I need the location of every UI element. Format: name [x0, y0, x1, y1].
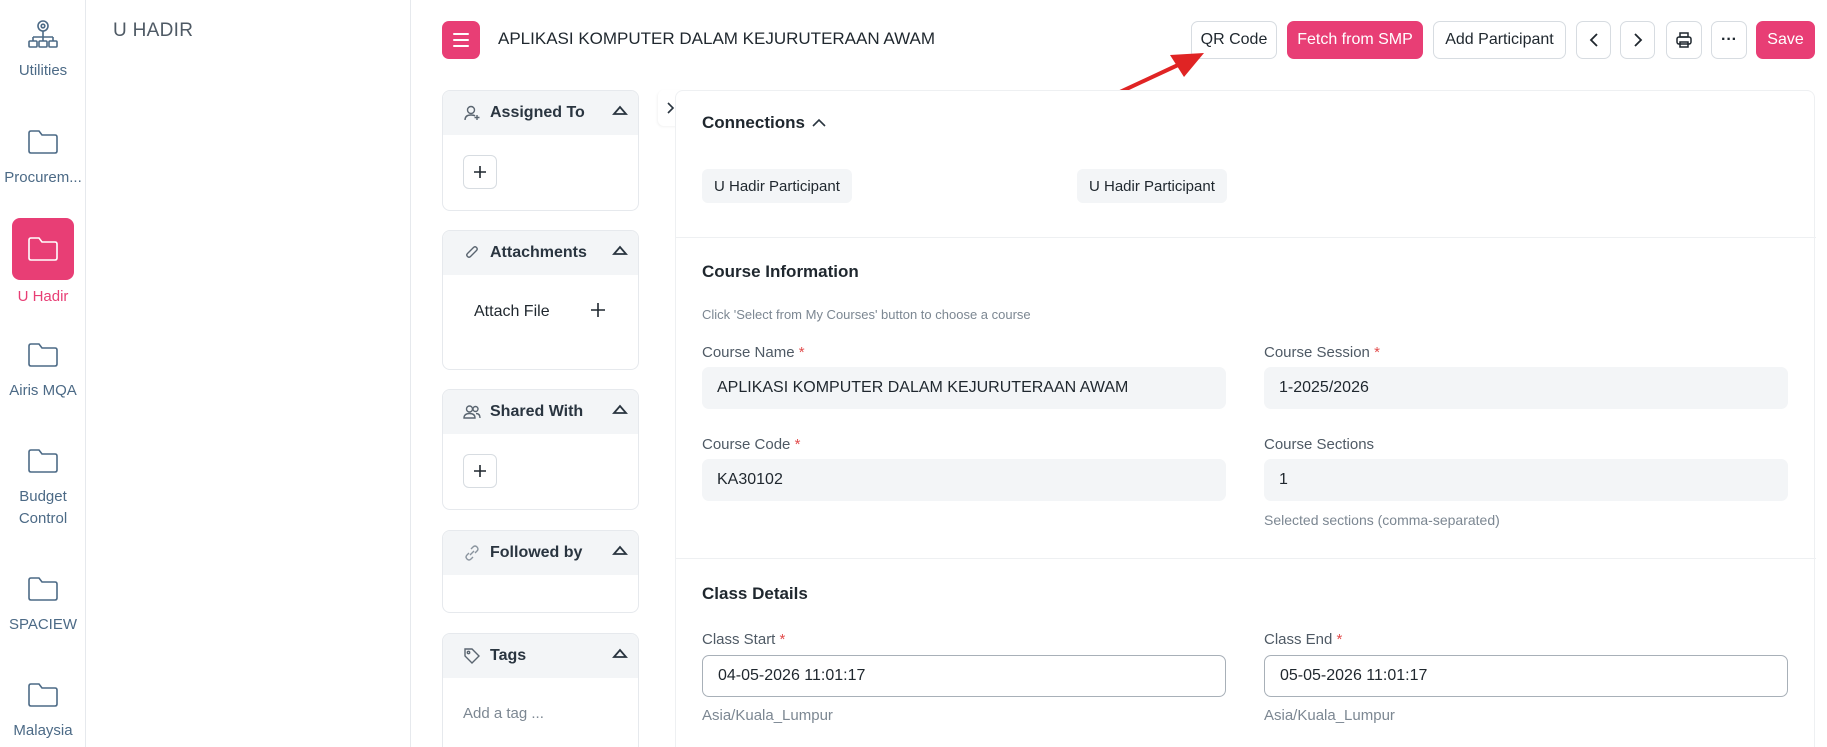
collapse-caret-icon[interactable] — [612, 104, 628, 118]
rail-item-spaciew[interactable]: SPACIEW — [0, 576, 85, 636]
printer-icon — [1676, 32, 1692, 48]
tag-icon — [463, 647, 481, 665]
assigned-to-header[interactable]: Assigned To — [443, 91, 638, 135]
course-sections-label: Course Sections — [1264, 436, 1375, 453]
fetch-from-smp-button[interactable]: Fetch from SMP — [1287, 21, 1423, 59]
rail-item-malaysia[interactable]: Malaysia — [0, 682, 85, 742]
users-icon — [463, 403, 481, 421]
course-sections-field[interactable]: 1 — [1264, 459, 1788, 501]
rail-item-u-hadir[interactable]: U Hadir — [0, 218, 85, 308]
folder-icon — [28, 237, 58, 261]
plus-icon — [474, 166, 486, 178]
add-participant-button[interactable]: Add Participant — [1433, 21, 1566, 59]
paperclip-icon — [463, 244, 481, 262]
assigned-to-label: Assigned To — [490, 104, 585, 121]
course-sections-hint: Selected sections (comma-separated) — [1264, 512, 1500, 528]
collapse-caret-icon[interactable] — [612, 244, 628, 258]
save-button[interactable]: Save — [1756, 21, 1815, 59]
class-end-input[interactable]: 05-05-2026 11:01:17 — [1264, 655, 1788, 697]
folder-icon — [28, 683, 58, 707]
class-end-label: Class End * — [1264, 631, 1343, 648]
class-end-timezone: Asia/Kuala_Lumpur — [1264, 707, 1395, 724]
link-icon — [463, 544, 481, 562]
folder-icon — [28, 130, 58, 154]
followed-by-header[interactable]: Followed by — [443, 531, 638, 575]
tags-card: Tags Add a tag ... — [442, 633, 639, 747]
folder-icon — [28, 577, 58, 601]
attachments-label: Attachments — [490, 244, 587, 261]
section-title: U HADIR — [113, 20, 194, 41]
print-button[interactable] — [1666, 21, 1702, 59]
attachments-header[interactable]: Attachments — [443, 231, 638, 275]
shared-with-label: Shared With — [490, 403, 584, 420]
chevron-right-icon — [1633, 33, 1642, 47]
shared-with-header[interactable]: Shared With — [443, 390, 638, 434]
class-details-title: Class Details — [702, 584, 808, 603]
connections-title[interactable]: Connections — [702, 113, 805, 133]
rail-label: Utilities — [18, 62, 68, 79]
workspace-rail: Utilities Procurem... U Hadir Airis MQA … — [0, 0, 86, 747]
course-name-label: Course Name * — [702, 344, 805, 361]
course-session-label: Course Session * — [1264, 344, 1380, 361]
more-actions-button[interactable]: ··· — [1711, 21, 1747, 59]
app-window: Utilities Procurem... U Hadir Airis MQA … — [0, 0, 1827, 747]
attach-file-link[interactable]: Attach File — [474, 303, 550, 321]
assign-add-button[interactable] — [463, 155, 497, 189]
rail-label: Budget Control — [18, 488, 68, 527]
course-name-field[interactable]: APLIKASI KOMPUTER DALAM KEJURUTERAAN AWA… — [702, 367, 1226, 409]
page-title: APLIKASI KOMPUTER DALAM KEJURUTERAAN AWA… — [498, 29, 936, 48]
course-code-field[interactable]: KA30102 — [702, 459, 1226, 501]
chevron-right-icon — [666, 102, 674, 114]
plus-icon[interactable] — [589, 301, 607, 319]
rail-label: U Hadir — [17, 288, 69, 305]
form-panel: Connections U Hadir Participant U Hadir … — [675, 90, 1816, 747]
connection-link-u-hadir-participant[interactable]: U Hadir Participant — [702, 169, 852, 203]
tags-header[interactable]: Tags — [443, 634, 638, 678]
next-doc-button[interactable] — [1620, 21, 1655, 59]
share-add-button[interactable] — [463, 454, 497, 488]
hamburger-icon — [453, 33, 469, 47]
class-details-section: Class Details Class Start * 04-05-2026 1… — [676, 559, 1816, 747]
sidebar-toggle-button[interactable] — [442, 21, 480, 59]
collapse-caret-icon[interactable] — [612, 647, 628, 661]
add-tag-input[interactable]: Add a tag ... — [463, 705, 544, 722]
folder-icon — [28, 449, 58, 473]
assigned-to-card: Assigned To — [442, 90, 639, 211]
followed-by-card: Followed by — [442, 530, 639, 613]
collapse-caret-icon[interactable] — [612, 403, 628, 417]
connections-section: Connections U Hadir Participant U Hadir … — [676, 91, 1816, 238]
add-user-icon — [463, 104, 481, 122]
rail-item-budget-control[interactable]: Budget Control — [0, 448, 85, 530]
rail-item-airis-mqa[interactable]: Airis MQA — [0, 342, 85, 402]
rail-item-procurement[interactable]: Procurem... — [0, 129, 85, 189]
class-start-input[interactable]: 04-05-2026 11:01:17 — [702, 655, 1226, 697]
followed-by-label: Followed by — [490, 544, 583, 561]
active-tile — [12, 218, 74, 280]
chevron-up-icon[interactable] — [811, 117, 827, 129]
tags-label: Tags — [490, 647, 527, 664]
section-panel: U HADIR — [86, 0, 411, 747]
class-start-label: Class Start * — [702, 631, 786, 648]
folder-icon — [28, 343, 58, 367]
rail-label: Airis MQA — [9, 382, 77, 399]
attachments-card: Attachments Attach File — [442, 230, 639, 370]
chevron-left-icon — [1589, 33, 1598, 47]
course-code-label: Course Code * — [702, 436, 801, 453]
sitemap-icon — [28, 20, 58, 48]
previous-doc-button[interactable] — [1576, 21, 1611, 59]
class-start-timezone: Asia/Kuala_Lumpur — [702, 707, 833, 724]
course-hint: Click 'Select from My Courses' button to… — [702, 307, 1031, 322]
course-information-title: Course Information — [702, 262, 859, 281]
connection-link-u-hadir-participant[interactable]: U Hadir Participant — [1077, 169, 1227, 203]
rail-label: Malaysia — [13, 722, 73, 739]
rail-label: Procurem... — [4, 169, 82, 186]
plus-icon — [474, 465, 486, 477]
course-information-section: Course Information Click 'Select from My… — [676, 238, 1816, 559]
collapse-caret-icon[interactable] — [612, 544, 628, 558]
shared-with-card: Shared With — [442, 389, 639, 510]
rail-label: SPACIEW — [8, 616, 78, 633]
course-session-field[interactable]: 1-2025/2026 — [1264, 367, 1788, 409]
rail-item-utilities[interactable]: Utilities — [0, 18, 85, 82]
